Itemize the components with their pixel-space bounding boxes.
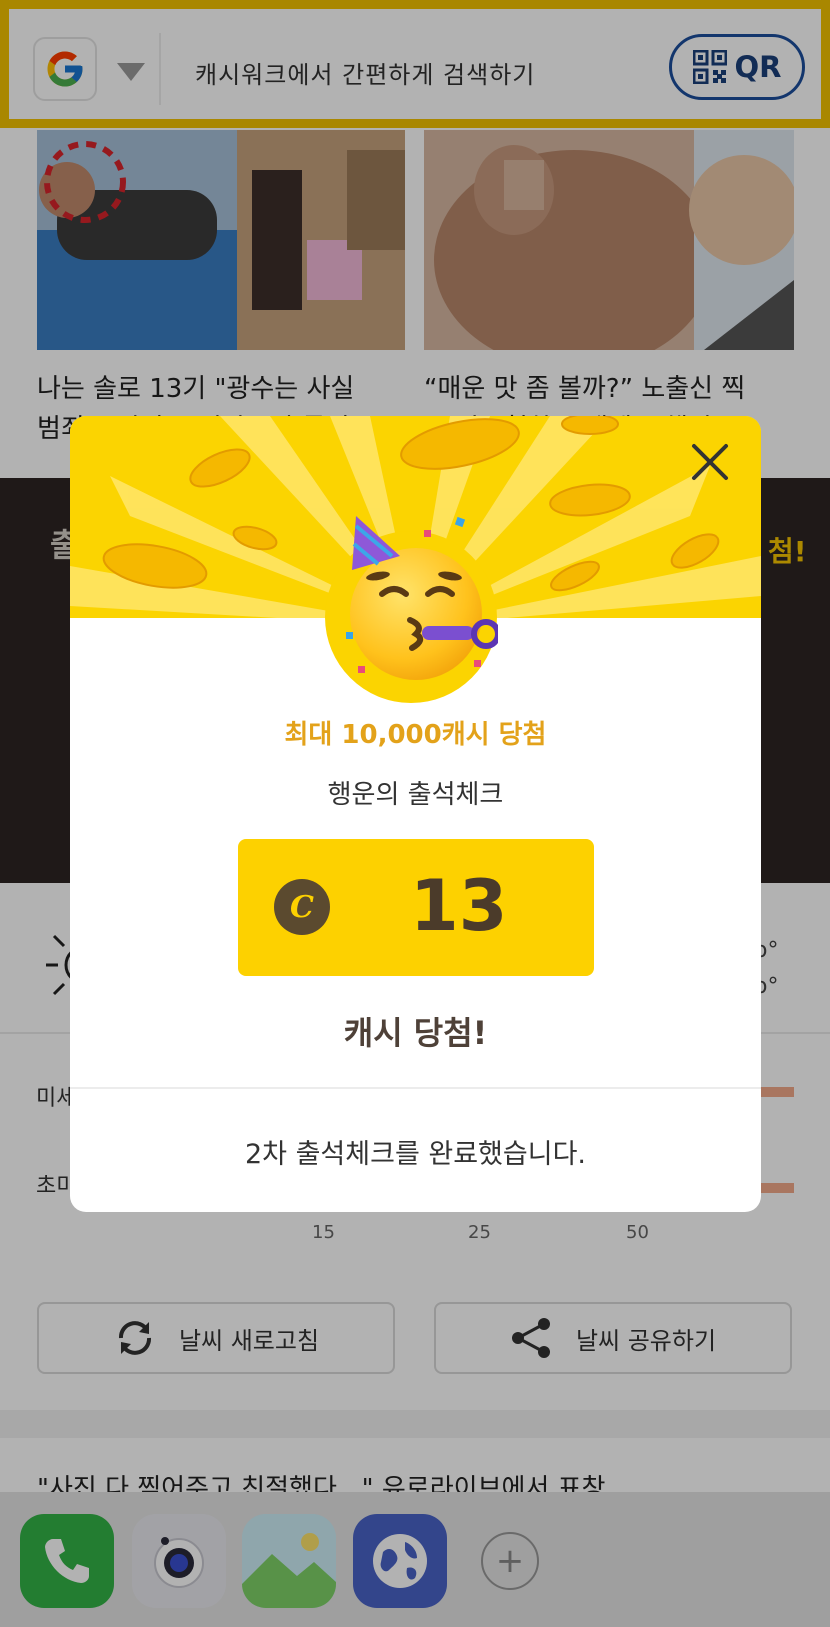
cash-coin-icon: C bbox=[274, 879, 330, 935]
party-face-icon bbox=[346, 516, 498, 680]
modal-title: 행운의 출석체크 bbox=[327, 780, 504, 810]
attendance-reward-modal: 최대 10,000캐시 당첨 행운의 출석체크 C 13 캐시 당첨! 2차 출… bbox=[70, 416, 761, 1212]
win-label: 캐시 당첨! bbox=[343, 1014, 488, 1052]
max-reward-subtitle: 최대 10,000캐시 당첨 bbox=[284, 720, 547, 750]
prize-display: C 13 bbox=[238, 839, 594, 976]
close-button[interactable] bbox=[686, 438, 734, 486]
prize-amount: 13 bbox=[410, 865, 508, 947]
coin-symbol: C bbox=[290, 889, 314, 925]
completion-message: 2차 출석체크를 완료했습니다. bbox=[244, 1139, 586, 1170]
close-icon bbox=[692, 444, 728, 480]
divider bbox=[70, 1087, 761, 1089]
